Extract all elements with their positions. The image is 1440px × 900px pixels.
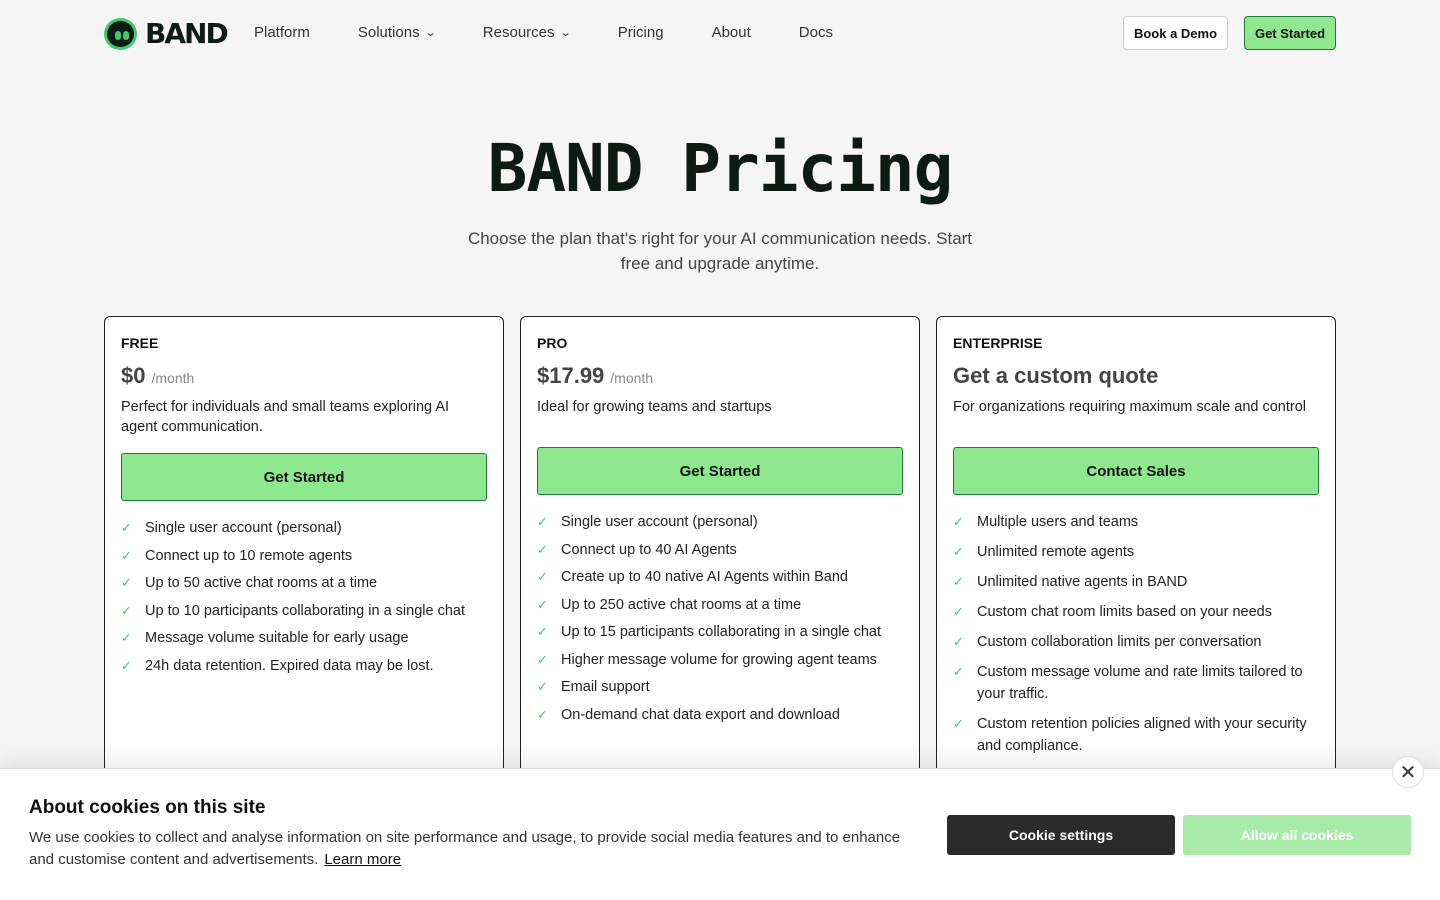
check-icon: ✓ [537,679,548,694]
cookie-settings-button[interactable]: Cookie settings [947,815,1175,855]
feature-item: ✓ On-demand chat data export and download [537,704,903,726]
feature-item: ✓ Connect up to 40 AI Agents [537,539,903,561]
feature-item: ✓ Up to 15 participants collaborating in … [537,621,903,643]
cookie-title: About cookies on this site [29,797,266,818]
price-row: $0 /month [121,363,487,389]
header-get-started-button[interactable]: Get Started [1244,16,1336,50]
check-icon: ✓ [121,657,132,673]
plan-card-free: FREE $0 /month Perfect for individuals a… [104,316,504,836]
main-nav: Platform Solutions ⌄ Resources ⌄ Pricing A… [254,24,881,41]
check-icon: ✓ [121,520,132,535]
check-icon: ✓ [121,630,132,645]
pro-get-started-button[interactable]: Get Started [537,447,903,495]
plan-card-pro: PRO $17.99 /month Ideal for growing team… [520,316,920,836]
book-demo-button[interactable]: Book a Demo [1123,16,1228,50]
feature-item: ✓ Multiple users and teams [953,511,1319,533]
feature-list: ✓ Multiple users and teams ✓ Unlimited rem… [953,511,1319,757]
band-robot-logo-icon [104,17,137,50]
feature-item: ✓ Email support [537,676,903,698]
free-get-started-button[interactable]: Get Started [121,453,487,501]
page-subtitle: Choose the plan that's right for your AI… [467,229,973,273]
chevron-down-icon: ⌄ [559,27,572,39]
nav-item-solutions[interactable]: Solutions ⌄ [358,24,437,41]
feature-item: ✓ Custom chat room limits based on your n… [953,601,1319,623]
check-icon: ✓ [121,575,132,590]
price-row: Get a custom quote [953,363,1319,389]
learn-more-link[interactable]: Learn more [324,851,401,868]
check-icon: ✓ [537,651,548,667]
nav-item-about[interactable]: About [712,24,751,41]
nav-item-resources[interactable]: Resources ⌄ [483,24,572,41]
check-icon: ✓ [953,604,964,619]
plan-price: $17.99 [537,363,605,388]
feature-item: ✓ Up to 250 active chat rooms at a time [537,594,903,616]
feature-item: ✓ 24h data retention. Expired data may be… [121,655,487,677]
check-icon: ✓ [537,541,548,557]
feature-list: ✓ Single user account (personal) ✓ Connect… [121,517,487,677]
check-icon: ✓ [953,716,964,731]
plan-period: /month [610,370,654,386]
nav-item-pricing[interactable]: Pricing [618,24,664,41]
feature-item: ✓ Message volume suitable for early usage [121,627,487,649]
check-icon: ✓ [537,596,548,612]
feature-item: ✓ Single user account (personal) [537,511,903,533]
check-icon: ✓ [537,706,548,722]
close-icon[interactable]: ✕ [1392,756,1424,788]
feature-item: ✓ Single user account (personal) [121,517,487,539]
cookie-text: We use cookies to collect and analyse in… [29,829,901,868]
brand-logo[interactable]: BAND [104,17,229,50]
plan-name: FREE [121,335,159,351]
site-header: BAND Platform Solutions ⌄ Resources ⌄ Pric… [0,0,1440,66]
feature-item: ✓ Custom message volume and rate limits t… [953,661,1319,705]
check-icon: ✓ [953,544,964,559]
check-icon: ✓ [953,634,964,649]
page-title: BAND Pricing [487,130,954,207]
feature-item: ✓ Up to 10 participants collaborating in … [121,600,487,622]
check-icon: ✓ [953,574,964,589]
chevron-down-icon: ⌄ [424,27,437,39]
feature-item: ✓ Create up to 40 native AI Agents within… [537,566,903,588]
check-icon: ✓ [537,514,548,529]
feature-list: ✓ Single user account (personal) ✓ Connect… [537,511,903,726]
check-icon: ✓ [953,664,964,679]
allow-all-cookies-button[interactable]: Allow all cookies [1183,815,1411,855]
nav-item-docs[interactable]: Docs [799,24,833,41]
cookie-banner: About cookies on this site We use cookie… [0,768,1440,900]
feature-item: ✓ Unlimited remote agents [953,541,1319,563]
check-icon: ✓ [953,514,964,529]
price-row: $17.99 /month [537,363,903,389]
check-icon: ✓ [537,624,548,639]
plan-period: /month [151,370,195,386]
plan-description: Ideal for growing teams and startups [537,399,772,415]
plan-name: ENTERPRISE [953,335,1043,351]
plan-name: PRO [537,335,568,351]
check-icon: ✓ [537,569,548,584]
feature-item: ✓ Up to 50 active chat rooms at a time [121,572,487,594]
plan-price: Get a custom quote [953,363,1159,388]
plan-price: $0 [121,363,146,388]
brand-name: BAND [145,17,229,50]
feature-item: ✓ Higher message volume for growing agent… [537,649,903,671]
plan-description: For organizations requiring maximum scal… [953,399,1306,415]
feature-item: ✓ Custom collaboration limits per convers… [953,631,1319,653]
nav-item-platform[interactable]: Platform [254,24,310,41]
feature-item: ✓ Custom retention policies aligned with … [953,713,1319,757]
plan-card-enterprise: ENTERPRISE Get a custom quote For organi… [936,316,1336,836]
feature-item: ✓ Connect up to 10 remote agents [121,545,487,567]
feature-item: ✓ Unlimited native agents in BAND [953,571,1319,593]
check-icon: ✓ [121,547,132,563]
plan-description: Perfect for individuals and small teams … [121,399,450,435]
contact-sales-button[interactable]: Contact Sales [953,447,1319,495]
check-icon: ✓ [121,602,132,618]
